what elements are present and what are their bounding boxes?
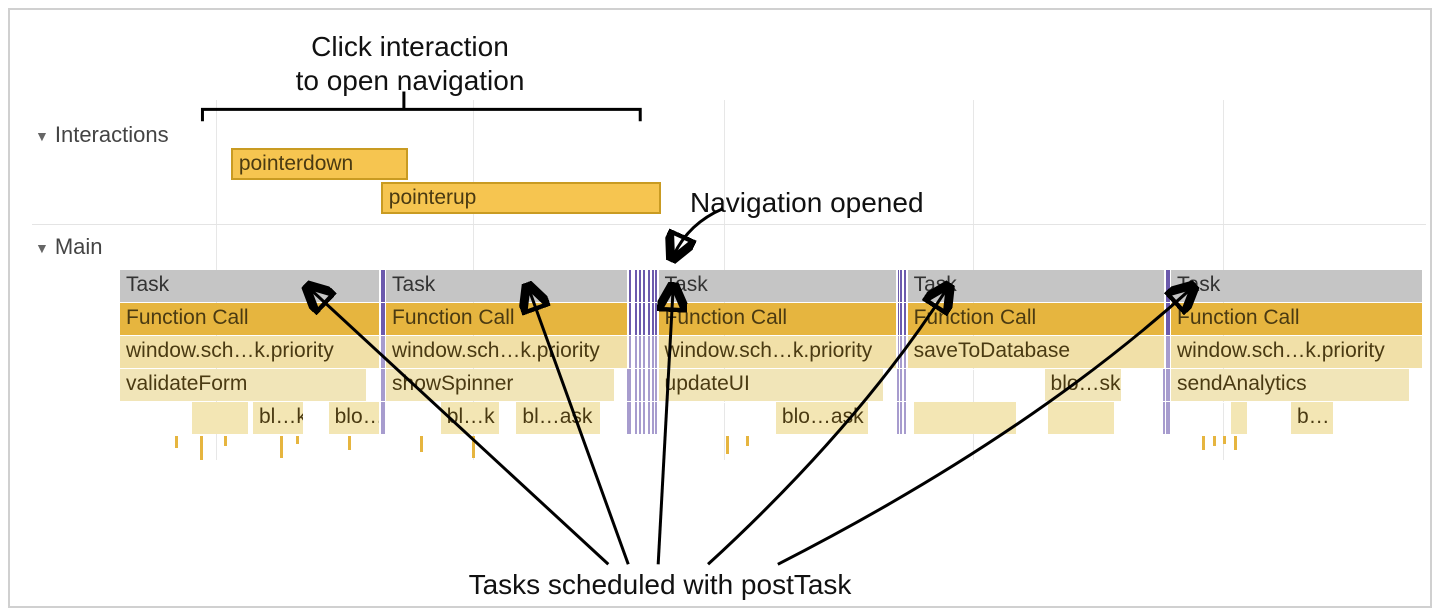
disclosure-triangle-icon[interactable]: ▼: [35, 240, 49, 256]
track-label: Interactions: [55, 122, 169, 148]
block-span[interactable]: blo…sk: [329, 402, 381, 434]
annotation-text: Click interaction to open navigation: [210, 30, 610, 97]
scheduler-span[interactable]: window.sch…k.priority: [386, 336, 629, 368]
task-span[interactable]: Task: [1171, 270, 1424, 302]
interaction-bar[interactable]: pointerdown: [231, 148, 408, 180]
activity-spikes: [120, 436, 1424, 466]
block-span[interactable]: blo…ask: [776, 402, 870, 434]
track-header-interactions[interactable]: ▼ Interactions: [35, 122, 169, 148]
block-span[interactable]: b…: [1291, 402, 1335, 434]
devtools-performance-trace: ▼ Interactions pointerdownpointerup ▼ Ma…: [8, 8, 1432, 608]
block-span[interactable]: [192, 402, 251, 434]
task-span[interactable]: Task: [659, 270, 899, 302]
block-span[interactable]: [914, 402, 1018, 434]
block-span[interactable]: bl…ask: [516, 402, 602, 434]
block-span[interactable]: [1231, 402, 1249, 434]
user-fn-span[interactable]: sendAnalytics: [1171, 369, 1411, 401]
user-fn-span[interactable]: updateUI: [659, 369, 886, 401]
annotation-bottom: Tasks scheduled with postTask: [410, 568, 910, 602]
annotation-top: Click interaction to open navigation: [210, 30, 610, 97]
user-fn-span[interactable]: showSpinner: [386, 369, 616, 401]
track-label: Main: [55, 234, 103, 260]
block-span[interactable]: blo…sk: [1045, 369, 1123, 401]
user-fn-span[interactable]: validateForm: [120, 369, 368, 401]
scheduler-span[interactable]: window.sch…k.priority: [120, 336, 381, 368]
scheduler-span[interactable]: window.sch…k.priority: [659, 336, 899, 368]
track-header-main[interactable]: ▼ Main: [35, 234, 103, 260]
interactions-lane[interactable]: pointerdownpointerup: [120, 148, 1424, 218]
function-call-span[interactable]: Function Call: [1171, 303, 1424, 335]
scheduler-span[interactable]: window.sch…k.priority: [1171, 336, 1424, 368]
function-call-span[interactable]: Function Call: [120, 303, 381, 335]
function-call-span[interactable]: Function Call: [908, 303, 1166, 335]
flame-row-blocks: [120, 402, 1424, 434]
disclosure-triangle-icon[interactable]: ▼: [35, 128, 49, 144]
function-call-span[interactable]: Function Call: [386, 303, 629, 335]
function-call-span[interactable]: Function Call: [659, 303, 899, 335]
block-span[interactable]: [1048, 402, 1116, 434]
scheduler-span[interactable]: saveToDatabase: [908, 336, 1166, 368]
task-span[interactable]: Task: [120, 270, 381, 302]
track-divider: [32, 224, 1426, 225]
block-span[interactable]: bl…k: [253, 402, 305, 434]
interaction-bar[interactable]: pointerup: [381, 182, 661, 214]
task-span[interactable]: Task: [908, 270, 1166, 302]
block-span[interactable]: bl…k: [441, 402, 501, 434]
annotation-text: Tasks scheduled with postTask: [410, 568, 910, 602]
task-span[interactable]: Task: [386, 270, 629, 302]
